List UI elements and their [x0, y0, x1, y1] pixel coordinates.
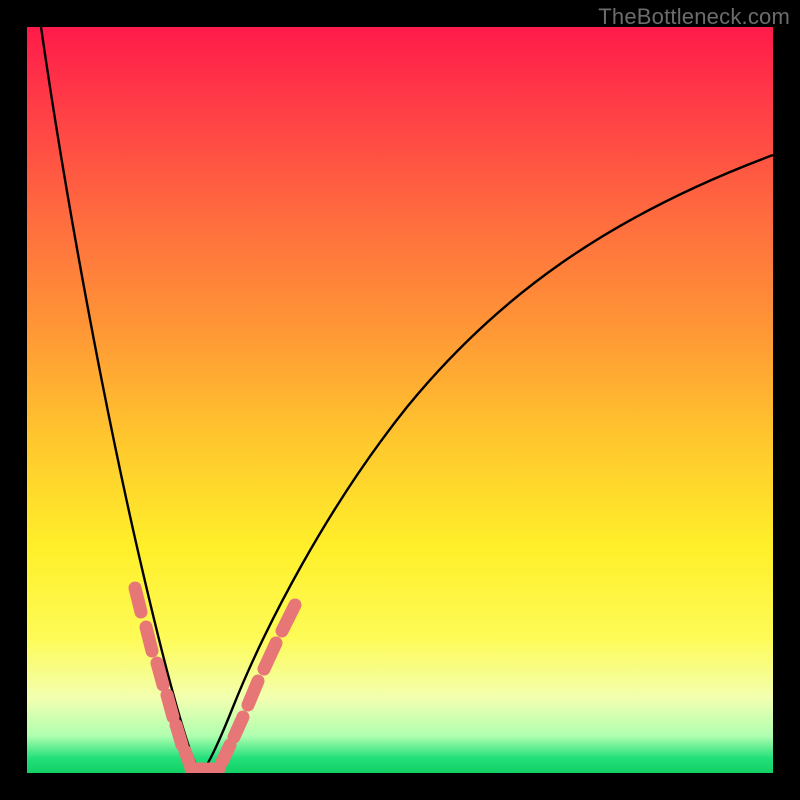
chart-plot-area — [27, 27, 773, 773]
curve-right-branch — [201, 155, 773, 772]
dash-markers-right — [222, 605, 295, 762]
dash-markers-left — [135, 588, 190, 765]
curve-left-branch — [41, 27, 201, 772]
watermark-text: TheBottleneck.com — [598, 4, 790, 30]
chart-svg — [27, 27, 773, 773]
